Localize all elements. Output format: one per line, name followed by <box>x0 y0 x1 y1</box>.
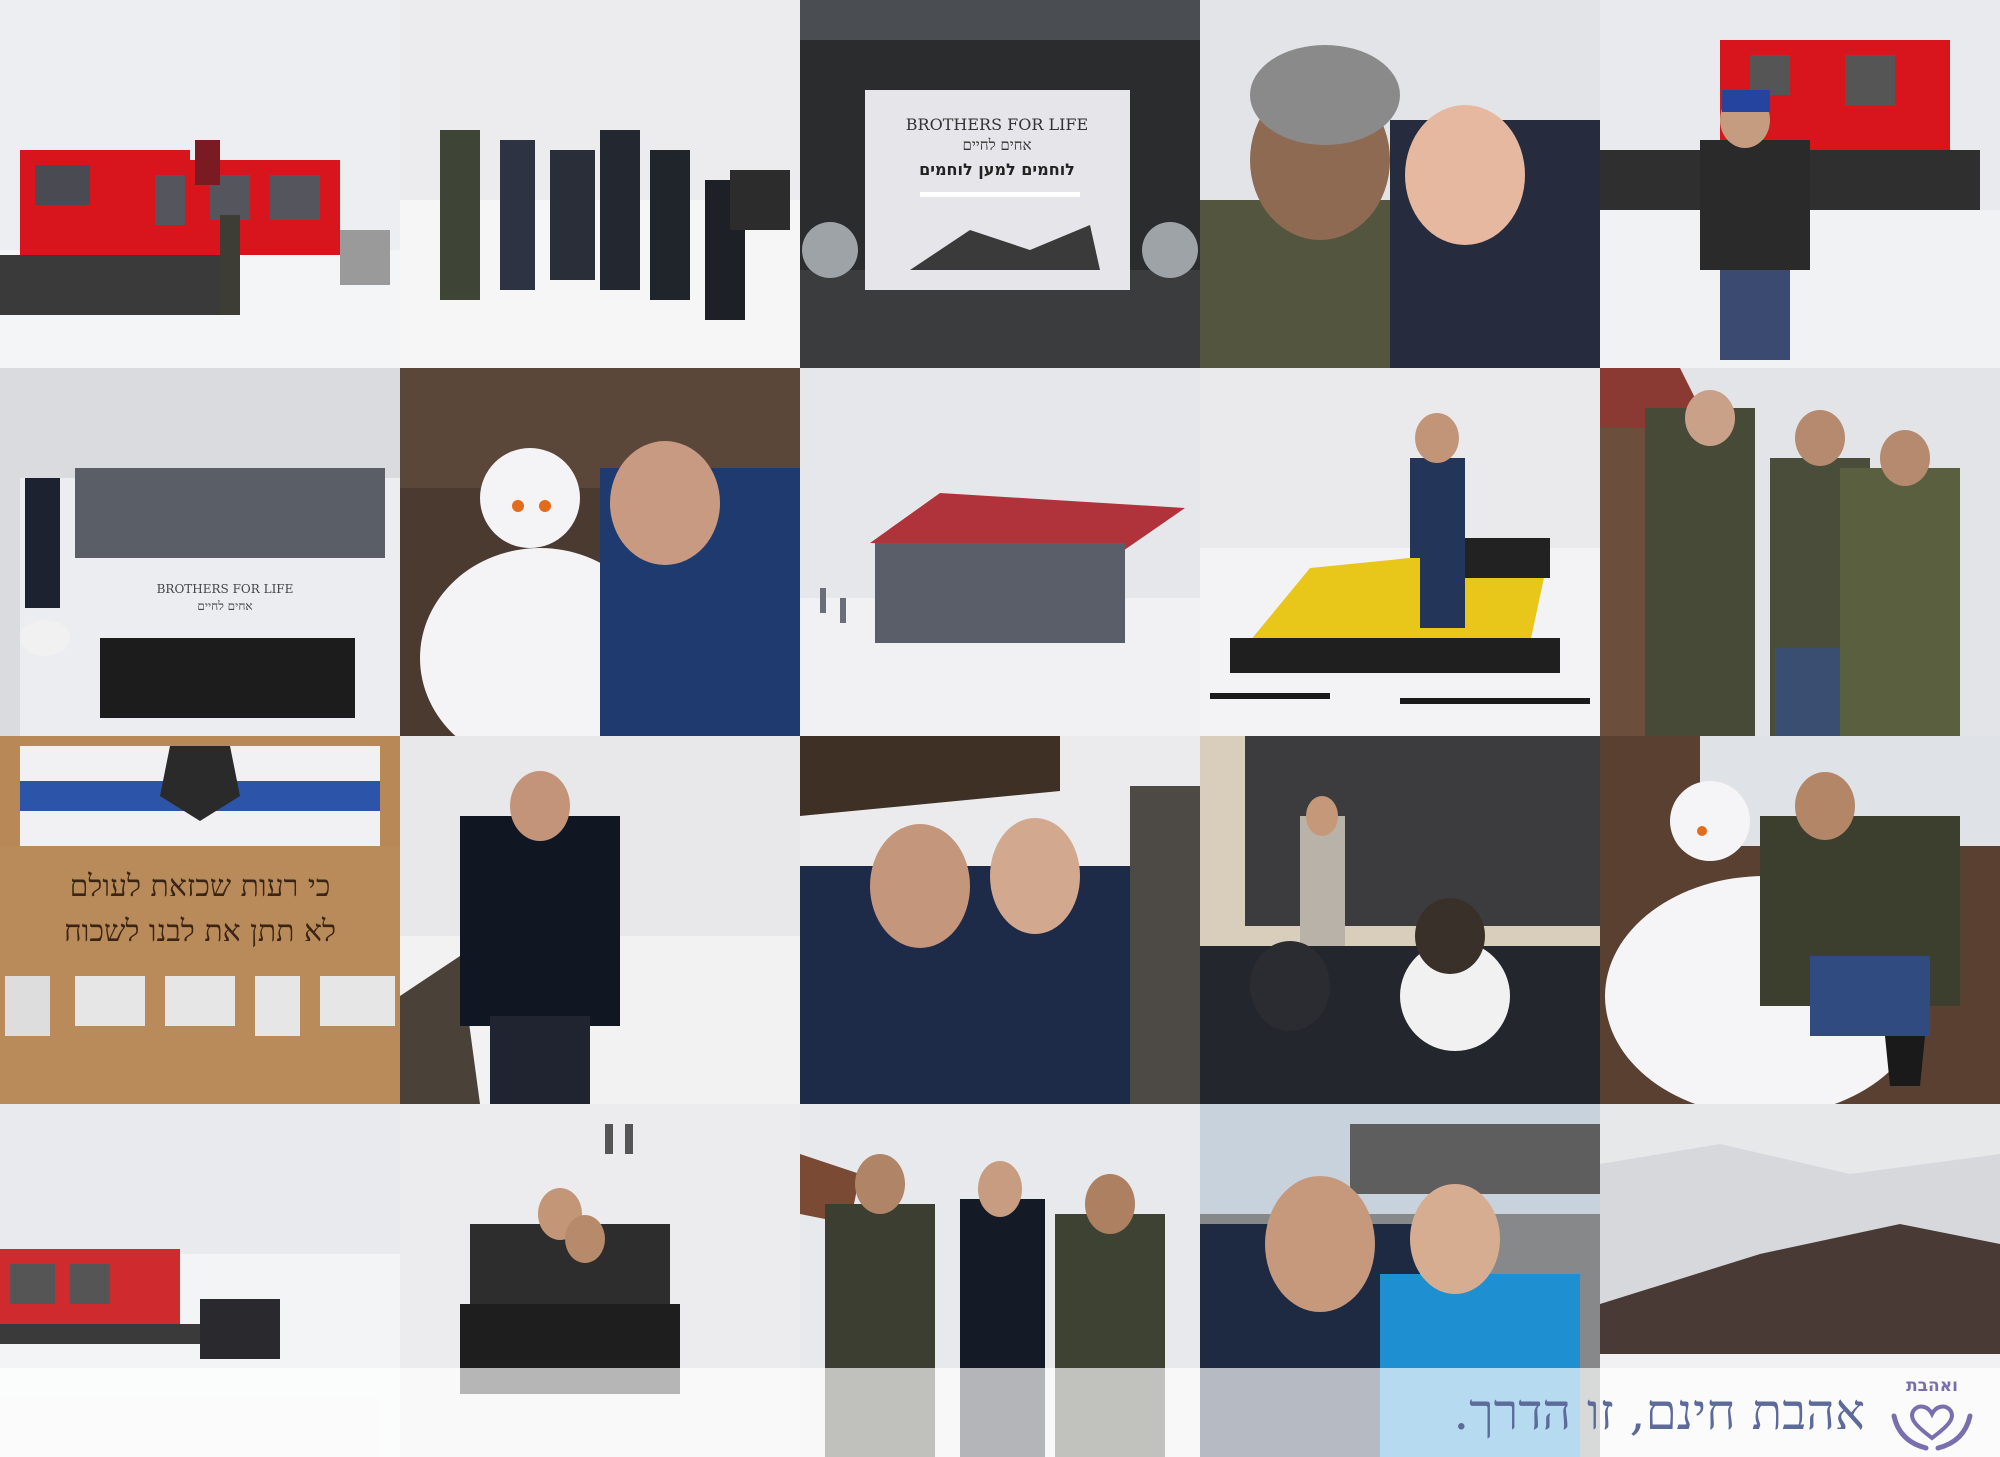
photo-collage: BROTHERS FOR LIFE אחים לחיים לוחמים למען… <box>0 0 2000 1457</box>
photo-snowmobile-rider <box>1200 368 1600 736</box>
van-logo-he: אחים לחיים <box>197 599 252 613</box>
vehavta-logo: ואהבת <box>1886 1376 1978 1452</box>
photo-lecture-hall <box>1200 736 1600 1104</box>
photo-memorial-wall: כי רעות שכזאת לעולם לא תתן את לבנו לשכוח <box>0 736 400 1104</box>
photo-snowcat-red <box>0 0 400 368</box>
logo-word: ואהבת <box>1906 1376 1958 1396</box>
bus-sign-he: אחים לחיים <box>962 136 1031 154</box>
photo-snowcat-man-beanie <box>1600 0 2000 368</box>
bus-sign-sub: לוחמים למען לוחמים <box>919 160 1075 179</box>
photo-man-thumbs-up <box>400 736 800 1104</box>
photo-snowman-shovel <box>1600 736 2000 1104</box>
photo-selfie-two-men <box>1200 0 1600 368</box>
photo-bus-sign: BROTHERS FOR LIFE אחים לחיים לוחמים למען… <box>800 0 1200 368</box>
photo-hut-in-fog <box>800 368 1200 736</box>
photo-three-soldiers <box>1600 368 2000 736</box>
memorial-line-1: כי רעות שכזאת לעולם <box>70 869 331 904</box>
photo-white-van: BROTHERS FOR LIFE אחים לחיים <box>0 368 400 736</box>
slogan-text: אהבת חינם, זו הדרך. <box>1453 1383 1865 1441</box>
photo-snowman-man <box>400 368 800 736</box>
memorial-line-2: לא תתן את לבנו לשכוח <box>64 914 336 949</box>
photo-two-men-shelter <box>800 736 1200 1104</box>
photo-group-pushing <box>400 0 800 368</box>
bus-sign-en: BROTHERS FOR LIFE <box>906 115 1088 134</box>
hands-heart-icon <box>1891 1404 1973 1451</box>
van-logo-en: BROTHERS FOR LIFE <box>157 582 294 596</box>
